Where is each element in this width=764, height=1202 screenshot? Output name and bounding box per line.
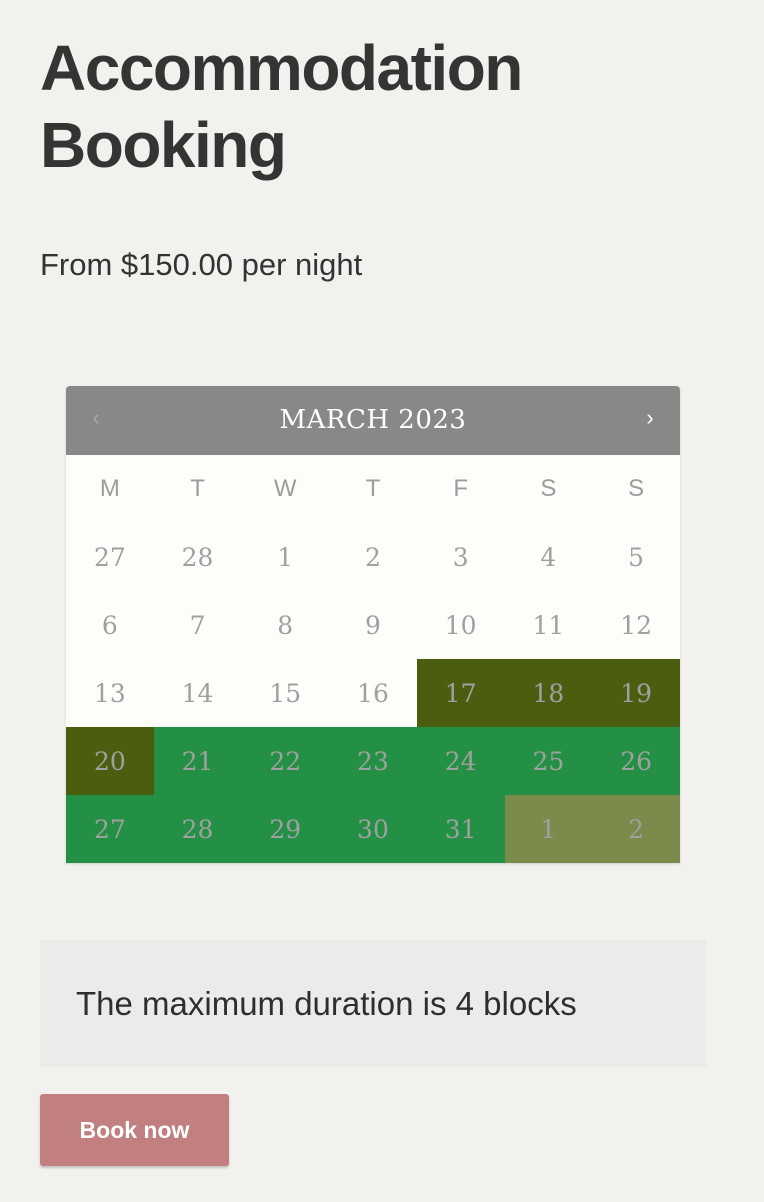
calendar-day: 11 <box>504 591 593 659</box>
duration-notice-text: The maximum duration is 4 blocks <box>76 985 577 1022</box>
calendar-week-row: 13 14 15 16 17 18 19 <box>66 659 680 727</box>
calendar-day: 1 <box>241 523 330 591</box>
calendar-day: 15 <box>241 659 330 727</box>
calendar-day[interactable]: 22 <box>241 727 330 795</box>
weekday-label: M <box>99 475 120 502</box>
calendar-week-row: 27 28 29 30 31 1 2 <box>66 795 680 863</box>
calendar-day[interactable]: 23 <box>329 727 417 795</box>
weekday-label: S <box>540 475 557 502</box>
book-now-button[interactable]: Book now <box>40 1094 229 1166</box>
calendar-day[interactable]: 27 <box>66 795 154 863</box>
weekday-label: W <box>273 475 297 502</box>
price-text: From $150.00 per night <box>40 247 363 282</box>
weekday-header-row: M T W T F S S <box>66 455 680 523</box>
calendar-day[interactable]: 24 <box>416 727 505 795</box>
calendar-day: 4 <box>504 523 593 591</box>
calendar-day[interactable]: 26 <box>592 727 680 795</box>
calendar-day[interactable]: 25 <box>504 727 593 795</box>
calendar-day: 2 <box>329 523 417 591</box>
calendar-day: 16 <box>329 659 417 727</box>
calendar-day[interactable]: 31 <box>416 795 505 863</box>
calendar-week-row: 6 7 8 9 10 11 12 <box>66 591 680 659</box>
next-month-chevron-icon[interactable]: › <box>620 386 680 455</box>
calendar-day[interactable]: 20 <box>66 727 154 795</box>
calendar-day: 7 <box>153 591 242 659</box>
weekday-label: T <box>365 475 381 502</box>
calendar-day: 8 <box>241 591 330 659</box>
calendar-day[interactable]: 1 <box>504 795 593 863</box>
calendar-day: 9 <box>329 591 417 659</box>
calendar-day[interactable]: 29 <box>241 795 330 863</box>
weekday-label: S <box>628 475 645 502</box>
calendar-day[interactable]: 17 <box>416 659 505 727</box>
calendar-grid: M T W T F S S 27 28 1 2 3 4 5 6 7 8 9 10… <box>66 455 680 863</box>
calendar-day[interactable]: 19 <box>592 659 680 727</box>
calendar-header: ‹ MARCH 2023 › <box>66 386 680 455</box>
calendar-week-row: 27 28 1 2 3 4 5 <box>66 523 680 591</box>
calendar-day[interactable]: 30 <box>329 795 417 863</box>
weekday-label: T <box>190 475 205 502</box>
calendar-week-row: 20 21 22 23 24 25 26 <box>66 727 680 795</box>
calendar-month-label: MARCH 2023 <box>279 405 467 435</box>
calendar-day: 12 <box>592 591 680 659</box>
calendar-day: 5 <box>592 523 680 591</box>
weekday-label: F <box>453 475 468 502</box>
calendar-day: 27 <box>66 523 154 591</box>
calendar-day: 3 <box>416 523 505 591</box>
calendar-day[interactable]: 18 <box>504 659 593 727</box>
calendar-day[interactable]: 2 <box>592 795 680 863</box>
calendar-day: 28 <box>153 523 242 591</box>
calendar-day: 13 <box>66 659 154 727</box>
calendar-day[interactable]: 21 <box>153 727 242 795</box>
calendar-day: 10 <box>416 591 505 659</box>
calendar-day[interactable]: 28 <box>153 795 242 863</box>
calendar-day: 6 <box>66 591 154 659</box>
calendar-day: 14 <box>153 659 242 727</box>
booking-calendar: ‹ MARCH 2023 › M T W T F S S 27 28 1 2 3… <box>66 386 680 863</box>
duration-notice: The maximum duration is 4 blocks <box>40 940 706 1067</box>
page-title: Accommodation Booking <box>40 32 523 181</box>
